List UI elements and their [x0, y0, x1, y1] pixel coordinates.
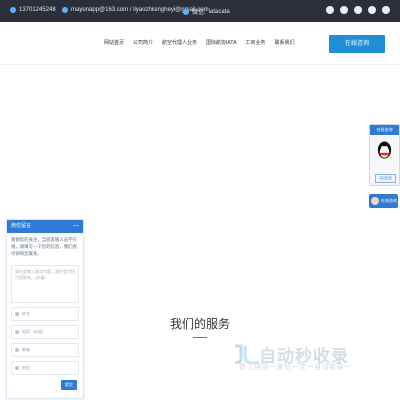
douyin-icon[interactable] — [368, 6, 376, 14]
phone-number: 13701245248 — [19, 7, 56, 13]
qq-consult-widget[interactable]: 在线咨询 QQ交谈 — [369, 124, 400, 186]
side-consult-button[interactable]: 在线咨询 — [369, 194, 398, 208]
chat-intro: 感谢您的关注，当前客服人员不在线，请填写一下您的信息，我们会尽快和您联系。 — [11, 237, 77, 256]
chat-header: 微信留言 — — [7, 220, 83, 233]
chat-title: 微信留言 — [11, 223, 32, 229]
main-nav: 网站首页 公司简介 航空代理人业务 国际航协IATA 工商业务 联系我们 在线咨… — [0, 22, 400, 65]
top-info-bar: 13701245248 mayunapp@163.com / liyaozhis… — [0, 0, 400, 22]
watermark-sub: 数上链接一来访一次一自动收录一 — [239, 364, 352, 371]
user-icon — [15, 312, 19, 317]
nav-item-iata[interactable]: 国际航协IATA — [206, 39, 236, 46]
name-field[interactable]: 姓名 — [11, 307, 79, 322]
mail-icon — [62, 7, 68, 13]
watermark-logo-icon — [234, 344, 259, 364]
phone-info: 13701245248 — [10, 7, 56, 13]
wechat-label: 微信: — [192, 10, 206, 16]
nav-item-agent[interactable]: 航空代理人业务 — [162, 39, 197, 46]
wechat-info: 微信: iatacata — [183, 7, 230, 16]
phone-icon — [15, 330, 19, 335]
nav-item-business[interactable]: 工商业务 — [245, 39, 265, 46]
message-textarea[interactable]: 请在此输入留言内容，我们会尽快与您联系。(必填) — [11, 265, 79, 304]
qq-penguin-icon — [377, 141, 392, 159]
address-placeholder: 地址 — [22, 365, 30, 371]
email-placeholder: 邮箱 — [22, 347, 30, 353]
submit-button[interactable]: 提交 — [61, 380, 77, 390]
phone-field[interactable]: 电话（必填） — [11, 325, 79, 340]
wechat-id: iatacata — [208, 8, 230, 15]
phone-placeholder: 电话（必填） — [22, 329, 46, 335]
agent-avatar — [371, 197, 379, 205]
name-placeholder: 姓名 — [22, 311, 30, 317]
wechat-icon — [183, 8, 189, 15]
nav-menu: 网站首页 公司简介 航空代理人业务 国际航协IATA 工商业务 联系我们 — [104, 39, 294, 46]
wechat-icon[interactable] — [326, 6, 334, 14]
qq-consult-title: 在线咨询 — [370, 125, 399, 135]
chat-widget: 微信留言 — 感谢您的关注，当前客服人员不在线，请填写一下您的信息，我们会尽快和… — [6, 219, 84, 399]
qq-chat-button[interactable]: QQ交谈 — [375, 174, 396, 183]
nav-item-contact[interactable]: 联系我们 — [274, 39, 294, 46]
qq-icon[interactable] — [340, 6, 348, 14]
address-field[interactable]: 地址 — [11, 361, 79, 376]
minimize-icon[interactable]: — — [73, 220, 79, 233]
mail-icon — [15, 348, 19, 353]
side-consult-label: 在线咨询 — [381, 198, 397, 203]
watermark: 自动秒收录 数上链接一来访一次一自动收录一 — [229, 340, 379, 380]
weibo-icon[interactable] — [354, 6, 362, 14]
social-links — [326, 6, 390, 14]
email-field[interactable]: 邮箱 — [11, 343, 79, 358]
online-consult-button[interactable]: 在线咨询 — [329, 35, 385, 53]
nav-item-home[interactable]: 网站首页 — [104, 39, 124, 46]
phone-icon — [10, 7, 16, 13]
services-underline — [193, 337, 207, 338]
nav-item-about[interactable]: 公司简介 — [133, 39, 153, 46]
xiaohongshu-icon[interactable] — [382, 6, 390, 14]
location-icon — [15, 366, 19, 371]
